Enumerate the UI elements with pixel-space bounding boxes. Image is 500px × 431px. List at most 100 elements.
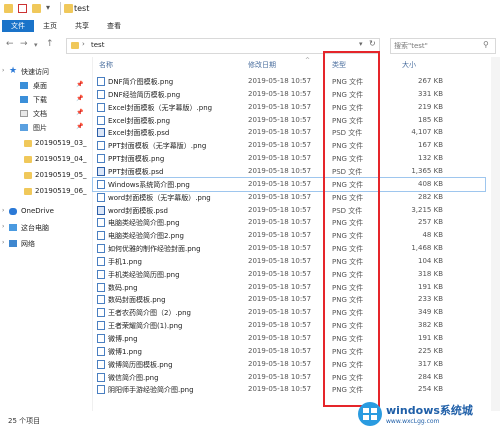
refresh-icon[interactable]: ↻ [369, 39, 376, 48]
tab-file[interactable]: 文件 [2, 20, 34, 32]
picture-icon [20, 124, 28, 131]
back-arrow-icon[interactable]: ← [6, 39, 14, 49]
file-date: 2019-05-18 10:57 [248, 231, 312, 240]
file-date: 2019-05-18 10:57 [248, 102, 312, 111]
file-row[interactable]: Windows系统简介图.png 2019-05-18 10:57 PNG 文件 40… [92, 176, 486, 192]
column-header-name[interactable]: 名称 [99, 60, 113, 70]
file-size: 1,365 KB [411, 166, 443, 175]
column-header-date[interactable]: 修改日期 [248, 60, 276, 70]
file-row[interactable]: 电脑类经验简介图.png 2019-05-18 10:57 PNG 文件 257 KB [93, 216, 485, 229]
nav-item-documents[interactable]: 文档 📌 [0, 107, 92, 121]
file-size: 282 KB [418, 192, 443, 201]
file-row[interactable]: 电脑类经验简介图2.png 2019-05-18 10:57 PNG 文件 48 KB [93, 229, 485, 242]
file-row[interactable]: 微博1.png 2019-05-18 10:57 PNG 文件 225 KB [93, 345, 485, 358]
file-row[interactable]: PPT封面模板.psd 2019-05-18 10:57 PSD 文件 1,365 K… [93, 165, 485, 178]
image-file-icon [97, 244, 105, 254]
nav-item-folder-03[interactable]: 20190519_03_ [0, 137, 92, 151]
file-row[interactable]: 阴阳师手游经验简介图.png 2019-05-18 10:57 PNG 文件 254 … [93, 383, 485, 396]
file-name: Excel封面模板.psd [108, 129, 170, 138]
file-size: 219 KB [418, 102, 443, 111]
address-dropdown-icon[interactable]: ▾ [359, 40, 363, 48]
image-file-icon [97, 282, 105, 292]
image-file-icon [97, 102, 105, 112]
window-title: test [74, 4, 90, 13]
new-folder-icon[interactable] [32, 4, 41, 13]
image-file-icon [97, 192, 105, 202]
file-row[interactable]: 数码封面模板.png 2019-05-18 10:57 PNG 文件 233 KB [93, 293, 485, 306]
file-row[interactable]: DNF经验简历模板.png 2019-05-18 10:57 PNG 文件 331 K… [93, 88, 485, 101]
nav-item-folder-05[interactable]: 20190519_05_ [0, 169, 92, 183]
up-arrow-icon[interactable]: ↑ [46, 39, 54, 49]
file-row[interactable]: word封面模板.psd 2019-05-18 10:57 PSD 文件 3,215 … [93, 204, 485, 217]
tab-home[interactable]: 主页 [38, 20, 62, 32]
file-row[interactable]: word封面模板（无字幕版）.png 2019-05-18 10:57 PNG 文件… [93, 191, 485, 204]
nav-item-pictures[interactable]: 图片 📌 [0, 121, 92, 135]
column-header-size[interactable]: 大小 [402, 60, 416, 70]
desktop-icon [20, 82, 28, 89]
file-row[interactable]: 微博简历图模板.png 2019-05-18 10:57 PNG 文件 317 KB [93, 358, 485, 371]
file-date: 2019-05-18 10:57 [248, 89, 312, 98]
nav-item-desktop[interactable]: 桌面 📌 [0, 79, 92, 93]
properties-icon[interactable] [18, 4, 27, 13]
search-icon[interactable]: ⚲ [483, 40, 489, 49]
recent-dropdown-icon[interactable]: ▾ [34, 41, 38, 49]
file-size: 318 KB [418, 269, 443, 278]
address-row: ← → ▾ ↑ › test ▾ ↻ 搜索"test" ⚲ [0, 33, 500, 57]
search-input[interactable]: 搜索"test" ⚲ [390, 38, 496, 54]
expand-chevron-icon[interactable]: › [2, 239, 4, 246]
image-file-icon [97, 141, 105, 151]
file-row[interactable]: 如何优雅的制作经验封面.png 2019-05-18 10:57 PNG 文件 1,4… [93, 242, 485, 255]
expand-chevron-icon[interactable]: › [2, 67, 4, 74]
watermark-url: www.wxcLgg.com [386, 418, 440, 425]
file-size: 284 KB [418, 372, 443, 381]
file-name: Windows系统简介图.png [108, 180, 190, 189]
nav-network[interactable]: › 网络 [0, 237, 92, 251]
file-row[interactable]: Excel封面模板.psd 2019-05-18 10:57 PSD 文件 4,107… [93, 126, 485, 139]
quick-access-dropdown-icon[interactable]: ▾ [46, 3, 50, 12]
nav-this-pc[interactable]: › 这台电脑 [0, 221, 92, 235]
network-icon [9, 240, 17, 247]
file-row[interactable]: 微博.png 2019-05-18 10:57 PNG 文件 191 KB [93, 332, 485, 345]
expand-chevron-icon[interactable]: › [2, 223, 4, 230]
file-row[interactable]: PPT封面模板.png 2019-05-18 10:57 PNG 文件 132 KB [93, 152, 485, 165]
image-file-icon [97, 308, 105, 318]
image-file-icon [97, 89, 105, 99]
file-row[interactable]: Excel封面模板（无字幕版）.png 2019-05-18 10:57 PNG 文… [93, 101, 485, 114]
download-icon [20, 96, 28, 103]
tab-view[interactable]: 查看 [102, 20, 126, 32]
file-list: ^ 名称 修改日期 类型 大小 DNF简介图模板.png 2019-05-18 1… [92, 57, 500, 411]
file-row[interactable]: 手机类经验简历图.png 2019-05-18 10:57 PNG 文件 318 KB [93, 268, 485, 281]
tab-share[interactable]: 共享 [70, 20, 94, 32]
breadcrumb[interactable]: test [91, 41, 104, 49]
file-row[interactable]: 王者荣耀简介图(1).png 2019-05-18 10:57 PNG 文件 382 … [93, 319, 485, 332]
file-row[interactable]: DNF简介图模板.png 2019-05-18 10:57 PNG 文件 267 KB [93, 75, 485, 88]
nav-item-downloads[interactable]: 下载 📌 [0, 93, 92, 107]
forward-arrow-icon[interactable]: → [20, 39, 28, 49]
file-row[interactable]: 手机1.png 2019-05-18 10:57 PNG 文件 104 KB [93, 255, 485, 268]
file-date: 2019-05-18 10:57 [248, 372, 312, 381]
file-row[interactable]: 王者农药简介图（2）.png 2019-05-18 10:57 PNG 文件 349 … [93, 306, 485, 319]
nav-item-folder-06[interactable]: 20190519_06_ [0, 185, 92, 199]
watermark: windows系统城 www.wxcLgg.com [356, 398, 500, 431]
file-date: 2019-05-18 10:57 [248, 346, 312, 355]
file-row[interactable]: Excel封面模板.png 2019-05-18 10:57 PNG 文件 185 K… [93, 114, 485, 127]
file-size: 191 KB [418, 282, 443, 291]
psd-file-icon [97, 205, 105, 215]
file-size: 408 KB [418, 179, 443, 188]
file-row[interactable]: 数码.png 2019-05-18 10:57 PNG 文件 191 KB [93, 281, 485, 294]
image-file-icon [97, 295, 105, 305]
nav-label: 图片 [33, 124, 47, 132]
file-row[interactable]: PPT封面模板（无字幕版）.png 2019-05-18 10:57 PNG 文件 1… [93, 139, 485, 152]
file-size: 4,107 KB [411, 128, 443, 137]
nav-label: OneDrive [21, 207, 54, 215]
watermark-logo [358, 402, 382, 426]
nav-quick-access[interactable]: › ★ 快速访问 [0, 65, 92, 79]
nav-onedrive[interactable]: › OneDrive [0, 205, 92, 219]
file-name: Excel封面模板.png [108, 116, 171, 125]
breadcrumb-chevron-icon[interactable]: › [82, 40, 85, 48]
nav-item-folder-04[interactable]: 20190519_04_ [0, 153, 92, 167]
expand-chevron-icon[interactable]: › [2, 207, 4, 214]
file-row[interactable]: 微信简介图.png 2019-05-18 10:57 PNG 文件 284 KB [93, 371, 485, 384]
image-file-icon [97, 372, 105, 382]
vertical-scrollbar[interactable] [491, 57, 500, 411]
